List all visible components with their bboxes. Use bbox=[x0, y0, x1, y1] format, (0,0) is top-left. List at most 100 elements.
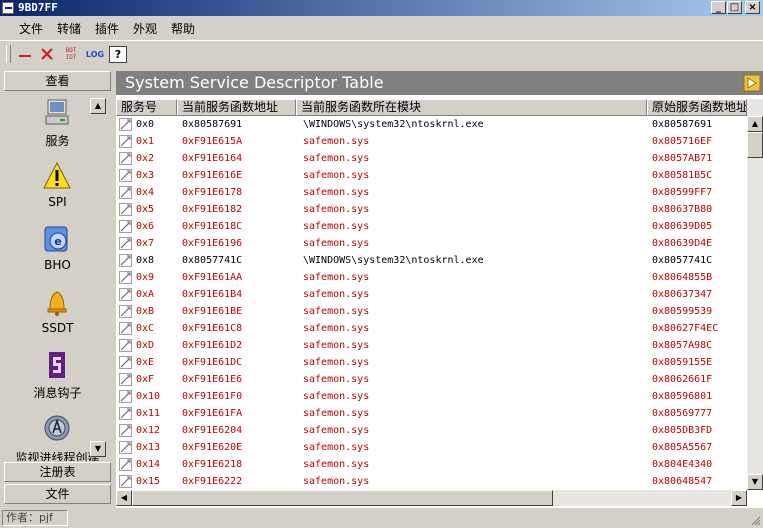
sidebar-item-ssdt[interactable]: SSDT bbox=[4, 287, 111, 343]
log-icon[interactable]: LOG bbox=[84, 45, 106, 63]
column-header-service-id[interactable]: 服务号 bbox=[116, 99, 177, 116]
table-row[interactable]: 0x3 0xF91E616E safemon.sys 0x80581B5C bbox=[116, 167, 747, 184]
cell-current-module: safemon.sys bbox=[303, 306, 370, 317]
cell-service-id: 0x6 bbox=[136, 221, 155, 232]
status-author: 作者：pjf bbox=[2, 510, 68, 526]
cell-current-address: 0xF91E61F0 bbox=[182, 391, 243, 402]
table-row[interactable]: 0x6 0xF91E618C safemon.sys 0x80639D05 bbox=[116, 218, 747, 235]
cell-current-address: 0xF91E61AA bbox=[182, 272, 243, 283]
entry-icon bbox=[119, 118, 132, 131]
scroll-down-button[interactable]: ▼ bbox=[747, 474, 763, 490]
table-row[interactable]: 0xC 0xF91E61C8 safemon.sys 0x80627F4EC bbox=[116, 320, 747, 337]
menu-appearance[interactable]: 外观 bbox=[133, 20, 157, 37]
sidebar-header-view[interactable]: 查看 bbox=[4, 71, 111, 91]
table-body: 0x0 0x80587691 \WINDOWS\system32\ntoskrnl.… bbox=[116, 116, 747, 490]
cell-original-address: 0x80587691 bbox=[652, 119, 713, 130]
cell-current-module: safemon.sys bbox=[303, 425, 370, 436]
menu-dump[interactable]: 转储 bbox=[57, 20, 81, 37]
table-row[interactable]: 0x1 0xF91E615A safemon.sys 0x805716EF bbox=[116, 133, 747, 150]
table-row[interactable]: 0x7 0xF91E6196 safemon.sys 0x80639D4E bbox=[116, 235, 747, 252]
panel-action-icon[interactable] bbox=[743, 74, 761, 92]
entry-icon bbox=[119, 254, 132, 267]
entry-icon bbox=[119, 186, 132, 199]
cell-service-id: 0x8 bbox=[136, 255, 155, 266]
cell-original-address: 0x80637B80 bbox=[652, 204, 713, 215]
cell-service-id: 0x4 bbox=[136, 187, 155, 198]
cell-service-id: 0x0 bbox=[136, 119, 155, 130]
column-header-current-module[interactable]: 当前服务函数所在模块 bbox=[296, 99, 647, 116]
horizontal-scrollbar[interactable]: ◀ ▶ bbox=[116, 490, 747, 506]
table-row[interactable]: 0x10 0xF91E61F0 safemon.sys 0x80596801 bbox=[116, 388, 747, 405]
cell-original-address: 0x80599FF7 bbox=[652, 187, 713, 198]
scroll-right-button[interactable]: ▶ bbox=[731, 490, 747, 506]
table-row[interactable]: 0x12 0xF91E6204 safemon.sys 0x805DB3FD bbox=[116, 422, 747, 439]
table-row[interactable]: 0x5 0xF91E6182 safemon.sys 0x80637B80 bbox=[116, 201, 747, 218]
cell-current-module: safemon.sys bbox=[303, 272, 370, 283]
column-header-original-address[interactable]: 原始服务函数地址 bbox=[647, 99, 747, 116]
cell-original-address: 0x804E4340 bbox=[652, 459, 713, 470]
cell-current-address: 0xF91E61DC bbox=[182, 357, 243, 368]
sidebar-item-message-hooks[interactable]: 消息钩子 bbox=[4, 350, 111, 406]
cell-current-address: 0xF91E615A bbox=[182, 136, 243, 147]
sidebar-item-spi[interactable]: SPI bbox=[4, 161, 111, 217]
minimize-button[interactable]: _ bbox=[711, 1, 726, 14]
minus-icon[interactable] bbox=[16, 45, 34, 63]
cell-original-address: 0x80639D05 bbox=[652, 221, 713, 232]
cell-current-module: safemon.sys bbox=[303, 391, 370, 402]
table-row[interactable]: 0xE 0xF91E61DC safemon.sys 0x8059155E bbox=[116, 354, 747, 371]
table-row[interactable]: 0xD 0xF91E61D2 safemon.sys 0x8057A98C bbox=[116, 337, 747, 354]
table-row[interactable]: 0x15 0xF91E6222 safemon.sys 0x80648547 bbox=[116, 473, 747, 490]
table-row[interactable]: 0x0 0x80587691 \WINDOWS\system32\ntoskrnl.… bbox=[116, 116, 747, 133]
bell-icon bbox=[47, 291, 67, 316]
close-button[interactable]: × bbox=[745, 1, 760, 14]
table-row[interactable]: 0x13 0xF91E620E safemon.sys 0x805A5567 bbox=[116, 439, 747, 456]
vertical-scroll-thumb[interactable] bbox=[747, 132, 763, 158]
scroll-up-button[interactable]: ▲ bbox=[747, 116, 763, 132]
cell-current-address: 0xF91E620E bbox=[182, 442, 243, 453]
cell-original-address: 0x80648547 bbox=[652, 476, 713, 487]
table-row[interactable]: 0x11 0xF91E61FA safemon.sys 0x80569777 bbox=[116, 405, 747, 422]
column-header-current-address[interactable]: 当前服务函数地址 bbox=[177, 99, 296, 116]
table-row[interactable]: 0x14 0xF91E6218 safemon.sys 0x804E4340 bbox=[116, 456, 747, 473]
cell-service-id: 0xB bbox=[136, 306, 155, 317]
cell-current-address: 0x80587691 bbox=[182, 119, 243, 130]
cell-current-address: 0xF91E6204 bbox=[182, 425, 243, 436]
table-row[interactable]: 0xB 0xF91E61BE safemon.sys 0x80599539 bbox=[116, 303, 747, 320]
entry-icon bbox=[119, 169, 132, 182]
menu-file[interactable]: 文件 bbox=[19, 20, 43, 37]
cell-service-id: 0x5 bbox=[136, 204, 155, 215]
sidebar-scroll-down[interactable]: ▼ bbox=[90, 441, 106, 457]
help-icon[interactable]: ? bbox=[109, 46, 127, 63]
table-row[interactable]: 0x8 0x8057741C \WINDOWS\system32\ntoskrnl.… bbox=[116, 252, 747, 269]
cell-current-address: 0xF91E61FA bbox=[182, 408, 243, 419]
bdt-idt-icon[interactable]: BDT IDT bbox=[61, 45, 81, 63]
resize-grip-icon[interactable] bbox=[749, 514, 761, 526]
table-row[interactable]: 0x9 0xF91E61AA safemon.sys 0x8064855B bbox=[116, 269, 747, 286]
table-header: 服务号 当前服务函数地址 当前服务函数所在模块 原始服务函数地址 bbox=[116, 99, 747, 116]
main-panel: System Service Descriptor Table 服务号 当前服务… bbox=[116, 71, 763, 508]
delete-icon[interactable] bbox=[38, 45, 56, 63]
cell-current-address: 0xF91E61BE bbox=[182, 306, 243, 317]
vertical-scrollbar[interactable]: ▲ ▼ bbox=[747, 99, 763, 490]
sidebar-header-registry[interactable]: 注册表 bbox=[4, 462, 111, 482]
horizontal-scroll-thumb[interactable] bbox=[132, 490, 553, 506]
cell-service-id: 0x12 bbox=[136, 425, 161, 436]
cell-current-address: 0xF91E61B4 bbox=[182, 289, 243, 300]
table-row[interactable]: 0x2 0xF91E6164 safemon.sys 0x8057AB71 bbox=[116, 150, 747, 167]
table-row[interactable]: 0x4 0xF91E6178 safemon.sys 0x80599FF7 bbox=[116, 184, 747, 201]
menu-help[interactable]: 帮助 bbox=[171, 20, 195, 37]
cell-service-id: 0xF bbox=[136, 374, 155, 385]
table-row[interactable]: 0xA 0xF91E61B4 safemon.sys 0x80637347 bbox=[116, 286, 747, 303]
sidebar-item-bho[interactable]: e BHO bbox=[4, 224, 111, 280]
cell-current-address: 0xF91E6196 bbox=[182, 238, 243, 249]
sidebar-scroll-up[interactable]: ▲ bbox=[90, 98, 106, 114]
cell-original-address: 0x8057A98C bbox=[652, 340, 713, 351]
entry-icon bbox=[119, 458, 132, 471]
scroll-left-button[interactable]: ◀ bbox=[116, 490, 132, 506]
menu-plugins[interactable]: 插件 bbox=[95, 20, 119, 37]
cell-current-module: safemon.sys bbox=[303, 357, 370, 368]
maximize-button[interactable]: □ bbox=[727, 1, 742, 14]
table-row[interactable]: 0xF 0xF91E61E6 safemon.sys 0x8062661F bbox=[116, 371, 747, 388]
sidebar-header-files[interactable]: 文件 bbox=[4, 484, 111, 504]
cell-original-address: 0x8059155E bbox=[652, 357, 713, 368]
